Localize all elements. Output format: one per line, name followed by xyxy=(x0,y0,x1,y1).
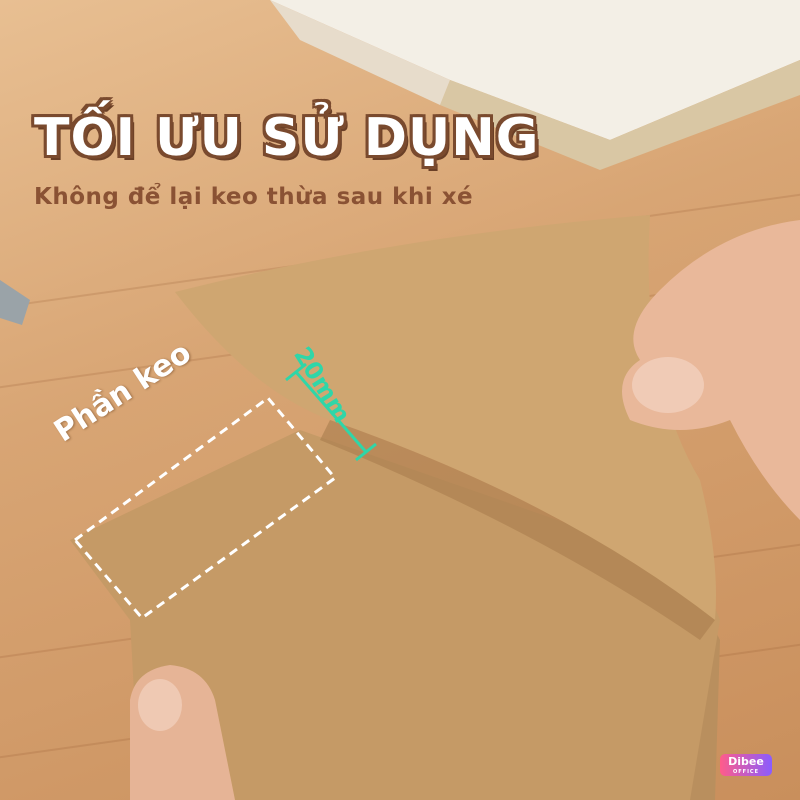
product-photo-scene: TỐI ƯU SỬ DỤNG Không để lại keo thừa sau… xyxy=(0,0,800,800)
brand-logo-tagline: OFFICE xyxy=(732,769,760,775)
left-thumbnail xyxy=(138,679,182,731)
subheadline: Không để lại keo thừa sau khi xé xyxy=(34,184,474,210)
brand-logo: Dibee OFFICE xyxy=(720,754,772,776)
metal-clip xyxy=(0,280,30,325)
brand-logo-name: Dibee xyxy=(728,755,764,768)
right-thumbnail xyxy=(632,357,704,413)
headline: TỐI ƯU SỬ DỤNG xyxy=(34,108,540,168)
